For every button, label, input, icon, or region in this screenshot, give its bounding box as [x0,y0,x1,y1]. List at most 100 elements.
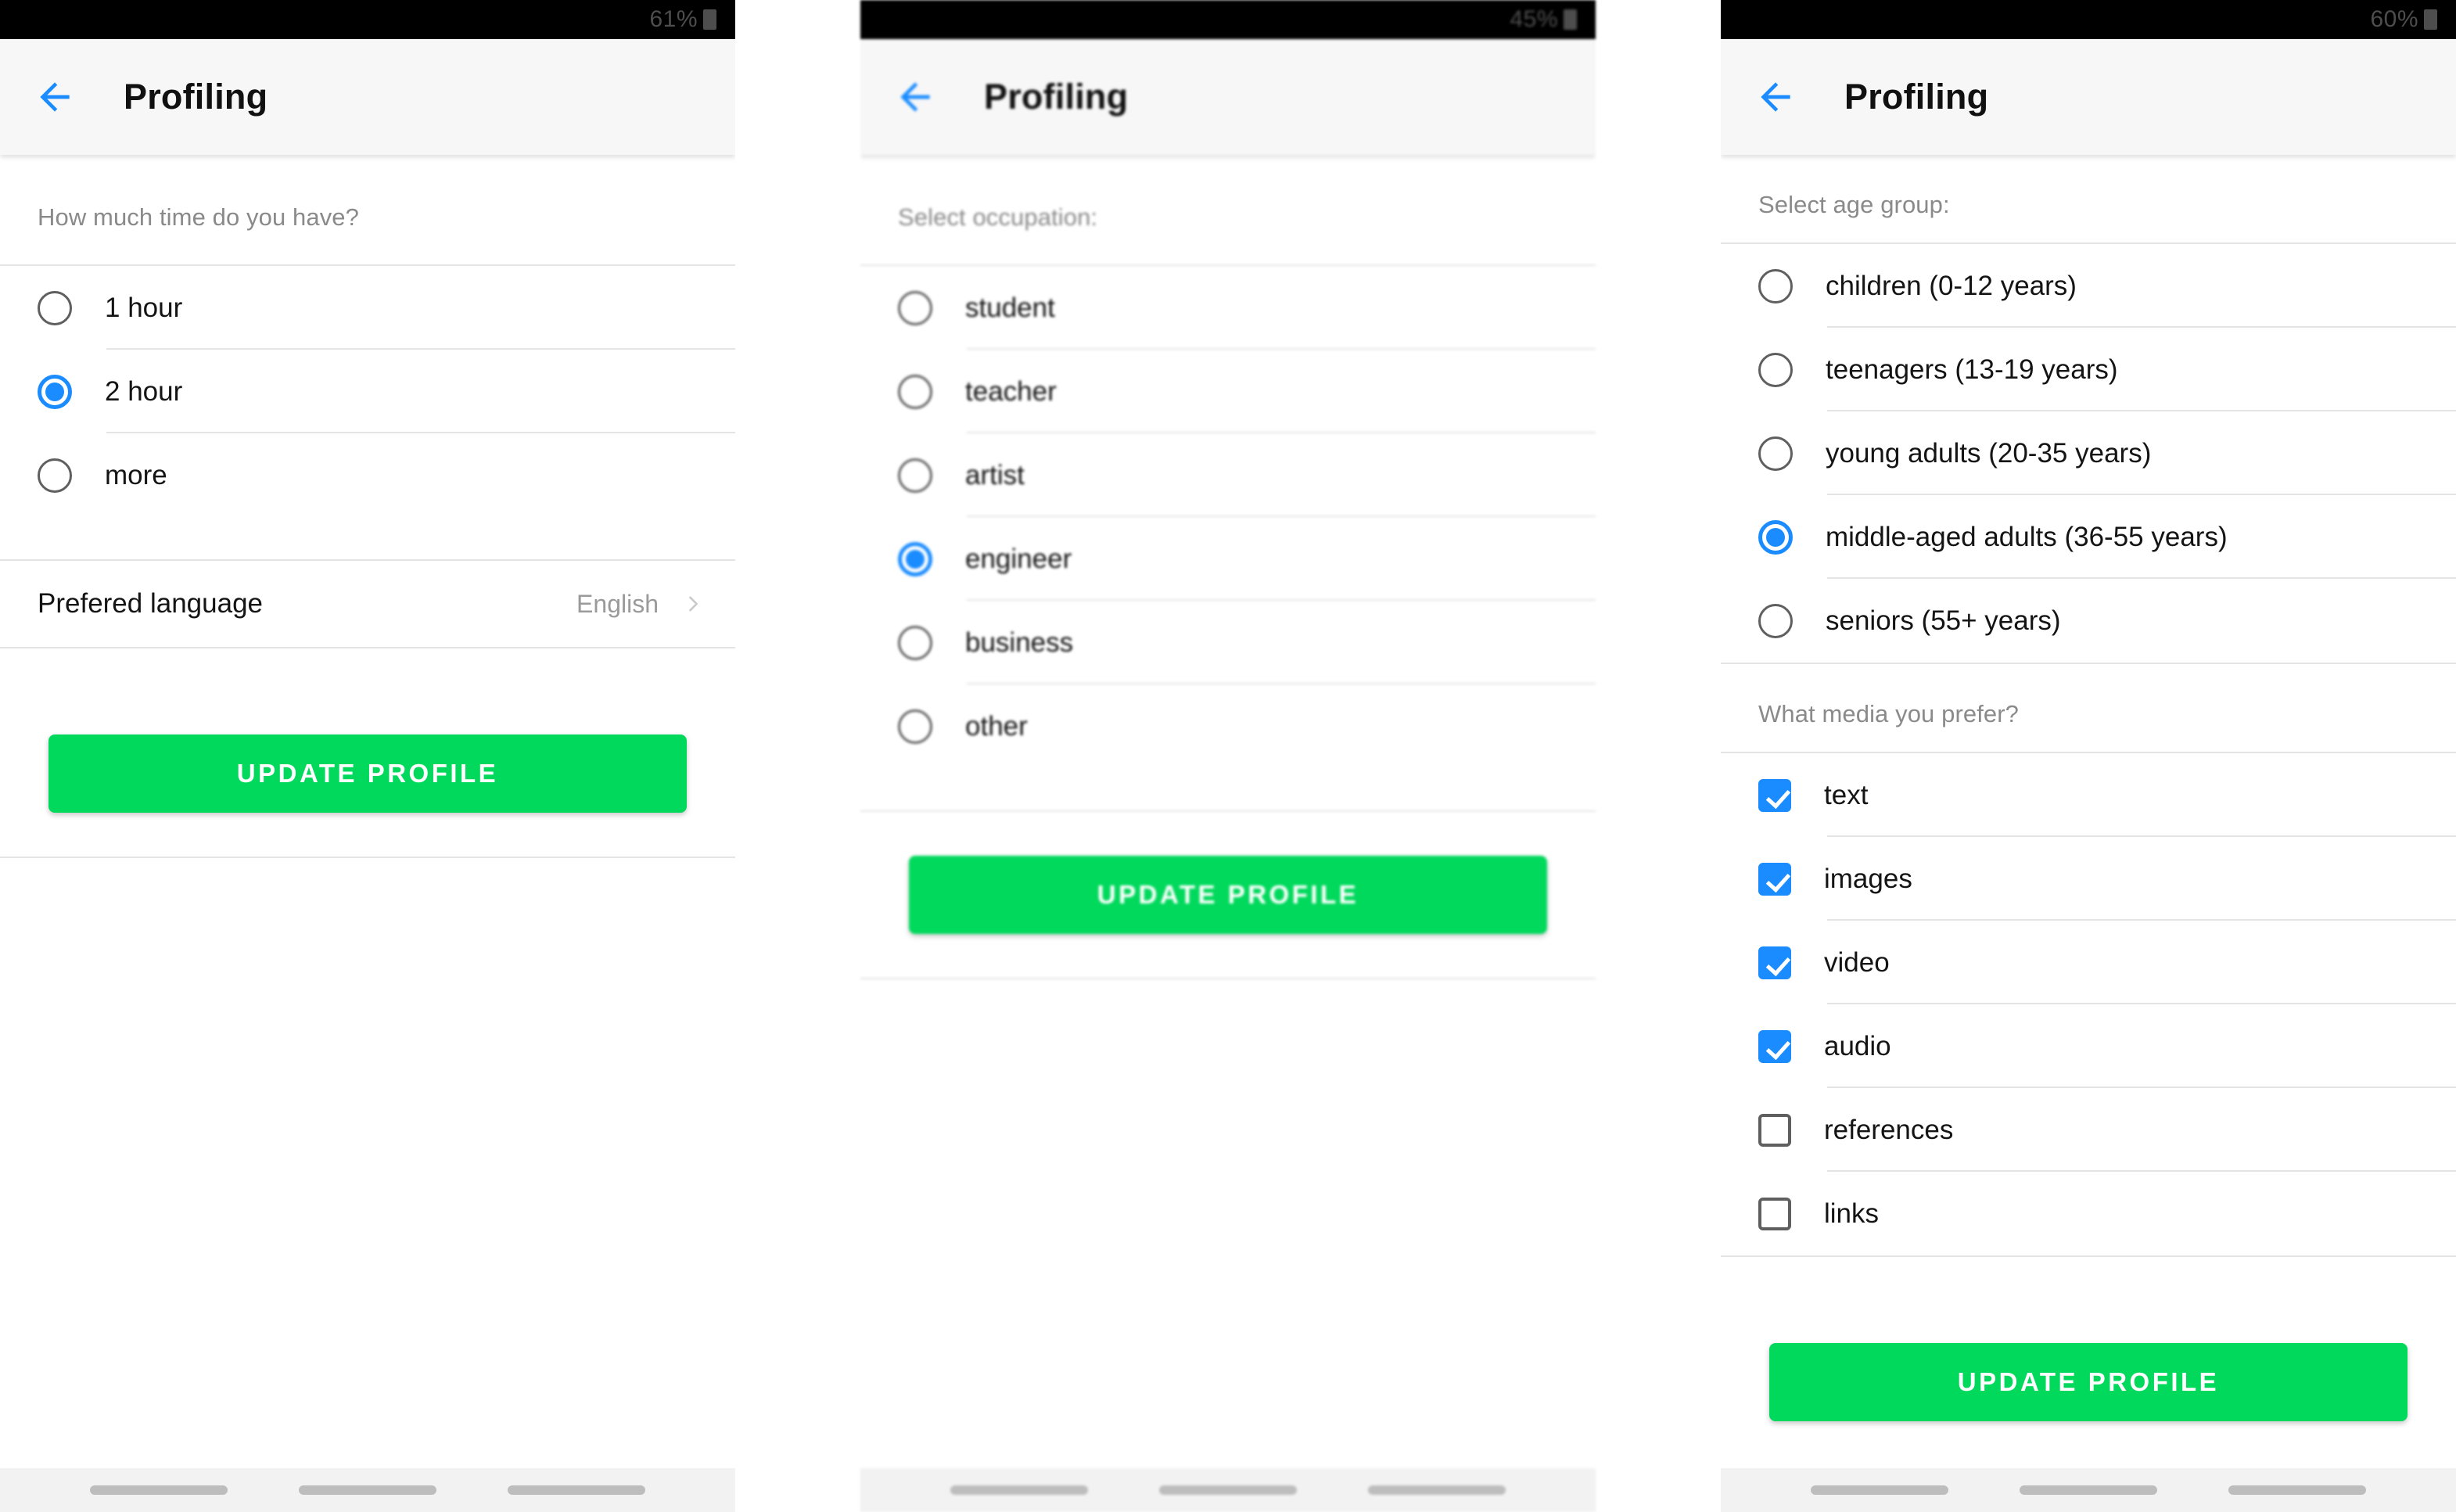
checkbox-row-audio[interactable]: audio [1721,1004,2456,1088]
nav-pill-back[interactable] [90,1485,228,1495]
radio-row-more[interactable]: more [0,433,735,517]
radio-icon[interactable] [38,290,72,325]
radio-icon[interactable] [898,709,932,744]
page-title: Profiling [984,77,1129,117]
checkbox-row-video[interactable]: video [1721,921,2456,1004]
radio-label: 1 hour [105,292,183,323]
checkbox-icon-checked[interactable] [1758,778,1791,812]
checkbox-icon-checked[interactable] [1758,862,1791,896]
app-bar: Profiling [1721,39,2456,155]
radio-icon[interactable] [898,458,932,493]
preferred-language-row[interactable]: Prefered language English [0,561,735,647]
chevron-right-icon[interactable] [682,593,704,615]
battery-icon [2424,9,2437,30]
radio-label: middle-aged adults (36-55 years) [1826,521,2228,552]
radio-label: more [105,459,167,490]
system-navigation-bar [0,1468,735,1512]
question-label-media: What media you prefer? [1758,700,2020,727]
battery-icon [1564,9,1577,30]
question-label: How much time do you have? [38,203,359,231]
submit-area: UPDATE PROFILE [1721,1299,2456,1421]
radio-row-children[interactable]: children (0-12 years) [1721,244,2456,328]
radio-row-middle-aged-adults[interactable]: middle-aged adults (36-55 years) [1721,495,2456,579]
radio-icon[interactable] [1758,268,1793,303]
checkbox-row-links[interactable]: links [1721,1172,2456,1255]
radio-row-seniors[interactable]: seniors (55+ years) [1721,579,2456,663]
battery-percentage: 61% [649,6,698,32]
radio-icon[interactable] [38,458,72,493]
radio-icon[interactable] [1758,436,1793,471]
question-label: Select age group: [1758,191,1950,218]
checkbox-row-text[interactable]: text [1721,753,2456,837]
checkbox-icon-checked[interactable] [1758,946,1791,979]
nav-pill-recents[interactable] [507,1485,645,1495]
battery-percentage: 45% [1510,6,1558,32]
preferred-language-label: Prefered language [38,588,263,619]
checkbox-icon[interactable] [1758,1113,1791,1147]
radio-row-2-hour[interactable]: 2 hour [0,350,735,433]
radio-label: children (0-12 years) [1826,270,2077,301]
page-title: Profiling [124,77,268,117]
radio-row-teenagers[interactable]: teenagers (13-19 years) [1721,328,2456,411]
nav-pill-back[interactable] [950,1485,1089,1495]
divider [860,978,1596,979]
checkbox-row-references[interactable]: references [1721,1088,2456,1172]
radio-row-engineer[interactable]: engineer [860,517,1596,601]
nav-pill-home[interactable] [298,1485,436,1495]
radio-icon[interactable] [898,625,932,660]
preferred-language-value: English [576,589,659,618]
radio-label: teacher [965,375,1057,407]
system-navigation-bar [1721,1468,2456,1512]
radio-icon[interactable] [898,374,932,409]
radio-row-other[interactable]: other [860,684,1596,768]
divider [0,857,735,858]
checkbox-row-images[interactable]: images [1721,837,2456,921]
system-navigation-bar [860,1468,1596,1512]
app-bar: Profiling [0,39,735,155]
checkbox-label: audio [1824,1030,1891,1061]
checkbox-icon[interactable] [1758,1197,1791,1230]
nav-pill-recents[interactable] [1367,1485,1506,1495]
radio-row-business[interactable]: business [860,601,1596,684]
radio-row-student[interactable]: student [860,266,1596,350]
radio-icon[interactable] [1758,352,1793,387]
checkbox-label: images [1824,863,1912,894]
radio-label: student [965,292,1055,323]
nav-pill-home[interactable] [1158,1485,1297,1495]
radio-label: 2 hour [105,375,183,407]
radio-icon-selected[interactable] [898,541,932,576]
panel-gap [1596,0,1721,1512]
radio-label: seniors (55+ years) [1826,605,2061,636]
nav-pill-recents[interactable] [2228,1485,2366,1495]
arrow-left-icon[interactable] [33,75,77,119]
radio-row-1-hour[interactable]: 1 hour [0,266,735,350]
radio-row-artist[interactable]: artist [860,433,1596,517]
checkbox-label: references [1824,1114,1954,1145]
checkbox-icon-checked[interactable] [1758,1029,1791,1063]
phone-screen-age-and-media: 60% Profiling Select age group: children… [1721,0,2456,1512]
update-profile-button[interactable]: UPDATE PROFILE [1769,1343,2408,1421]
phone-screen-time-and-language: 61% Profiling How much time do you have?… [0,0,735,1512]
arrow-left-icon[interactable] [1754,75,1797,119]
radio-row-young-adults[interactable]: young adults (20-35 years) [1721,411,2456,495]
nav-pill-home[interactable] [2019,1485,2157,1495]
radio-icon-selected[interactable] [38,374,72,409]
arrow-left-icon[interactable] [893,75,937,119]
update-profile-button[interactable]: UPDATE PROFILE [48,734,687,813]
radio-icon[interactable] [1758,603,1793,638]
screen-content: Select age group: children (0-12 years) … [1721,155,2456,1421]
radio-row-teacher[interactable]: teacher [860,350,1596,433]
nav-pill-back[interactable] [1811,1485,1949,1495]
checkbox-label: video [1824,946,1890,978]
update-profile-button[interactable]: UPDATE PROFILE [909,856,1547,934]
preferred-language-value-group: English [576,590,704,619]
radio-label: young adults (20-35 years) [1826,437,2152,469]
app-bar: Profiling [860,39,1596,155]
radio-icon-selected[interactable] [1758,519,1793,555]
radio-icon[interactable] [898,290,932,325]
